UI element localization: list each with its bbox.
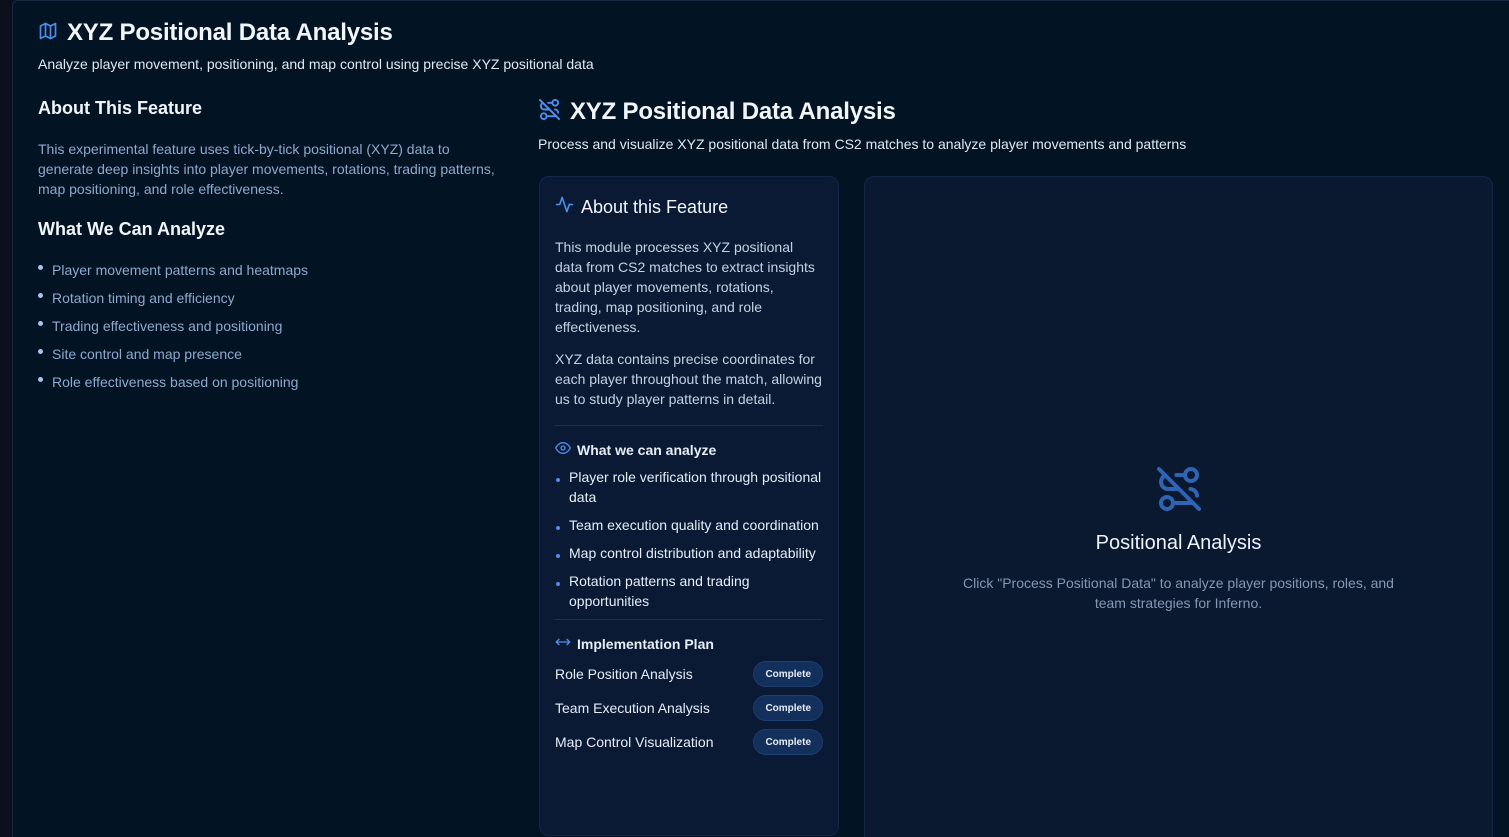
arrows-horizontal-icon (555, 634, 571, 653)
module-header: XYZ Positional Data Analysis Process and… (538, 98, 1498, 152)
eye-icon (555, 440, 571, 459)
plan-item-label: Map Control Visualization (555, 734, 714, 750)
empty-state-text: Click "Process Positional Data" to analy… (963, 575, 1394, 611)
plan-list: Role Position Analysis Complete Team Exe… (555, 657, 823, 759)
map-icon (38, 21, 58, 46)
analysis-panel: Positional Analysis Click "Process Posit… (864, 176, 1493, 837)
left-info-column: About This Feature This experimental fea… (38, 98, 498, 400)
card-paragraph: This module processes XYZ positional dat… (555, 239, 815, 335)
about-feature-card: About this Feature This module processes… (539, 176, 839, 836)
bullet-icon (38, 293, 43, 298)
section-heading-label: What we can analyze (577, 441, 717, 458)
list-item: Player role verification through positio… (555, 467, 823, 507)
list-item-label: Player role verification through positio… (569, 469, 822, 505)
bullet-icon (38, 321, 43, 326)
bullet-icon (38, 265, 43, 270)
divider (555, 425, 823, 426)
list-item-label: Rotation timing and efficiency (52, 290, 235, 306)
list-item-label: Team execution quality and coordination (569, 517, 819, 533)
status-badge: Complete (753, 729, 823, 755)
module-title: XYZ Positional Data Analysis (570, 98, 896, 125)
bullet-icon (38, 349, 43, 354)
route-off-icon (538, 98, 561, 126)
analyze-heading: What We Can Analyze (38, 219, 226, 239)
list-item: Team execution quality and coordination (555, 515, 823, 535)
list-item: Rotation timing and efficiency (38, 288, 498, 316)
plan-item-label: Team Execution Analysis (555, 700, 710, 716)
plan-item-label: Role Position Analysis (555, 666, 693, 682)
plan-row: Role Position Analysis Complete (555, 657, 823, 691)
activity-icon (555, 195, 574, 219)
plan-row: Map Control Visualization Complete (555, 725, 823, 759)
about-heading: About This Feature (38, 98, 203, 118)
list-item: Map control distribution and adaptabilit… (555, 543, 823, 563)
bullet-icon (556, 554, 560, 558)
divider (555, 619, 823, 620)
empty-state-title: Positional Analysis (1095, 532, 1262, 554)
list-item: Role effectiveness based on positioning (38, 372, 498, 400)
route-off-icon (1155, 465, 1203, 518)
page: XYZ Positional Data Analysis Analyze pla… (12, 0, 1509, 837)
list-item: Rotation patterns and trading opportunit… (555, 571, 823, 611)
list-item-label: Trading effectiveness and positioning (52, 318, 283, 334)
analyze-list: Player movement patterns and heatmaps Ro… (38, 260, 498, 400)
bullet-icon (556, 582, 560, 586)
module-subtitle: Process and visualize XYZ positional dat… (538, 136, 1187, 152)
status-badge: Complete (753, 695, 823, 721)
page-subtitle: Analyze player movement, positioning, an… (38, 56, 594, 72)
section-heading-label: Implementation Plan (577, 635, 714, 652)
list-item: Trading effectiveness and positioning (38, 316, 498, 344)
list-item-label: Player movement patterns and heatmaps (52, 262, 309, 278)
list-item-label: Rotation patterns and trading opportunit… (569, 573, 750, 609)
list-item-label: Map control distribution and adaptabilit… (569, 545, 816, 561)
list-item: Site control and map presence (38, 344, 498, 372)
bullet-icon (556, 526, 560, 530)
page-title: XYZ Positional Data Analysis (67, 19, 393, 46)
card-analyze-list: Player role verification through positio… (555, 467, 823, 611)
list-item: Player movement patterns and heatmaps (38, 260, 498, 288)
about-description: This experimental feature uses tick-by-t… (38, 141, 495, 197)
bullet-icon (556, 478, 560, 482)
list-item-label: Role effectiveness based on positioning (52, 374, 299, 390)
bullet-icon (38, 377, 43, 382)
list-item-label: Site control and map presence (52, 346, 242, 362)
empty-state: Positional Analysis Click "Process Posit… (865, 465, 1492, 613)
plan-row: Team Execution Analysis Complete (555, 691, 823, 725)
analyze-section-heading: What we can analyze (555, 440, 823, 459)
card-title: About this Feature (581, 196, 729, 217)
page-header: XYZ Positional Data Analysis Analyze pla… (38, 19, 594, 72)
plan-section-heading: Implementation Plan (555, 634, 823, 653)
card-paragraph: XYZ data contains precise coordinates fo… (555, 351, 822, 407)
status-badge: Complete (753, 661, 823, 687)
